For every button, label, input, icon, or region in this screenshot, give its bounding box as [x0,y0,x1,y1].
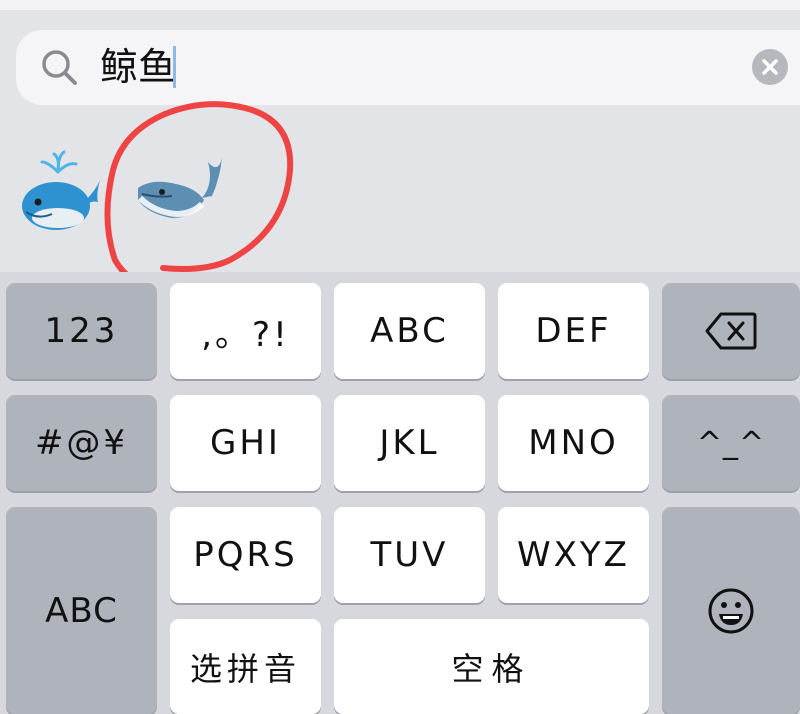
key-pqrs[interactable]: PQRS [170,507,321,603]
key-select-pinyin[interactable]: 选拼音 [170,619,321,714]
emoji-key[interactable] [662,507,800,714]
search-input[interactable]: 鲸鱼 [100,42,176,92]
key-ghi[interactable]: GHI [170,395,321,491]
key-tuv[interactable]: TUV [334,507,485,603]
space-key[interactable]: 空格 [334,619,649,714]
whale-emoji[interactable] [132,148,224,234]
key-kaomoji[interactable]: ^_^ [662,395,800,491]
key-symbols[interactable]: #@¥ [6,395,157,491]
emoji-results [0,120,800,260]
key-abc-switch[interactable]: ABC [6,507,157,714]
backspace-icon [705,312,757,350]
spouting-whale-emoji[interactable] [18,150,102,234]
key-123[interactable]: 123 [6,283,157,379]
backspace-key[interactable] [662,283,800,379]
clear-icon [762,59,778,75]
search-icon [42,50,77,85]
clear-button[interactable] [752,49,788,85]
key-wxyz[interactable]: WXYZ [498,507,649,603]
key-punctuation[interactable]: ,。?! [170,283,321,379]
key-mno[interactable]: MNO [498,395,649,491]
smiley-face-icon [708,588,754,633]
key-jkl[interactable]: JKL [334,395,485,491]
text-caret [173,46,176,88]
top-band [0,0,800,10]
key-abc[interactable]: ABC [334,283,485,379]
key-def[interactable]: DEF [498,283,649,379]
